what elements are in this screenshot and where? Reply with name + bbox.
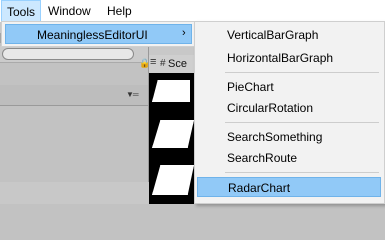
menu-item-vertical-bar-graph[interactable]: VerticalBarGraph [197,25,381,45]
menu-item-label: RadarChart [228,181,291,195]
hamburger-icon[interactable]: ≡ [150,56,156,68]
menu-item-horizontal-bar-graph[interactable]: HorizontalBarGraph [197,48,381,68]
menu-item-circular-rotation[interactable]: CircularRotation [197,98,381,118]
menu-item-radar-chart[interactable]: RadarChart [197,177,381,197]
menu-item-search-something[interactable]: SearchSomething [197,127,381,147]
menu-item-label: MeaninglessEditorUI [37,28,148,42]
menu-item-search-route[interactable]: SearchRoute [197,148,381,168]
meaningless-editor-ui-submenu: VerticalBarGraph HorizontalBarGraph PieC… [194,21,385,204]
menu-item-label: CircularRotation [227,101,314,115]
dropdown-icon[interactable]: ▼═ [126,90,139,99]
menubar-tools[interactable]: Tools [1,0,41,22]
menubar-help[interactable]: Help [107,0,132,22]
menu-item-label: SearchRoute [227,151,298,165]
tools-menu: MeaninglessEditorUI › [1,21,195,47]
menu-item-pie-chart[interactable]: PieChart [197,77,381,97]
tab-scene[interactable]: Sce [168,58,187,70]
menu-item-label: PieChart [227,80,274,94]
menu-separator [225,172,379,173]
menu-item-label: SearchSomething [227,130,323,144]
menu-item-label: HorizontalBarGraph [227,51,334,65]
scene-icon: # [160,58,166,69]
scene-shape [152,80,190,102]
menubar-window[interactable]: Window [48,0,91,22]
search-input[interactable] [2,48,134,60]
menu-separator [225,72,379,73]
chevron-right-icon: › [182,27,186,39]
menu-item-meaningless-editor-ui[interactable]: MeaninglessEditorUI › [5,24,192,44]
menu-separator [225,122,379,123]
menu-item-label: VerticalBarGraph [227,28,319,42]
menu-bar: Tools Window Help [0,0,385,22]
